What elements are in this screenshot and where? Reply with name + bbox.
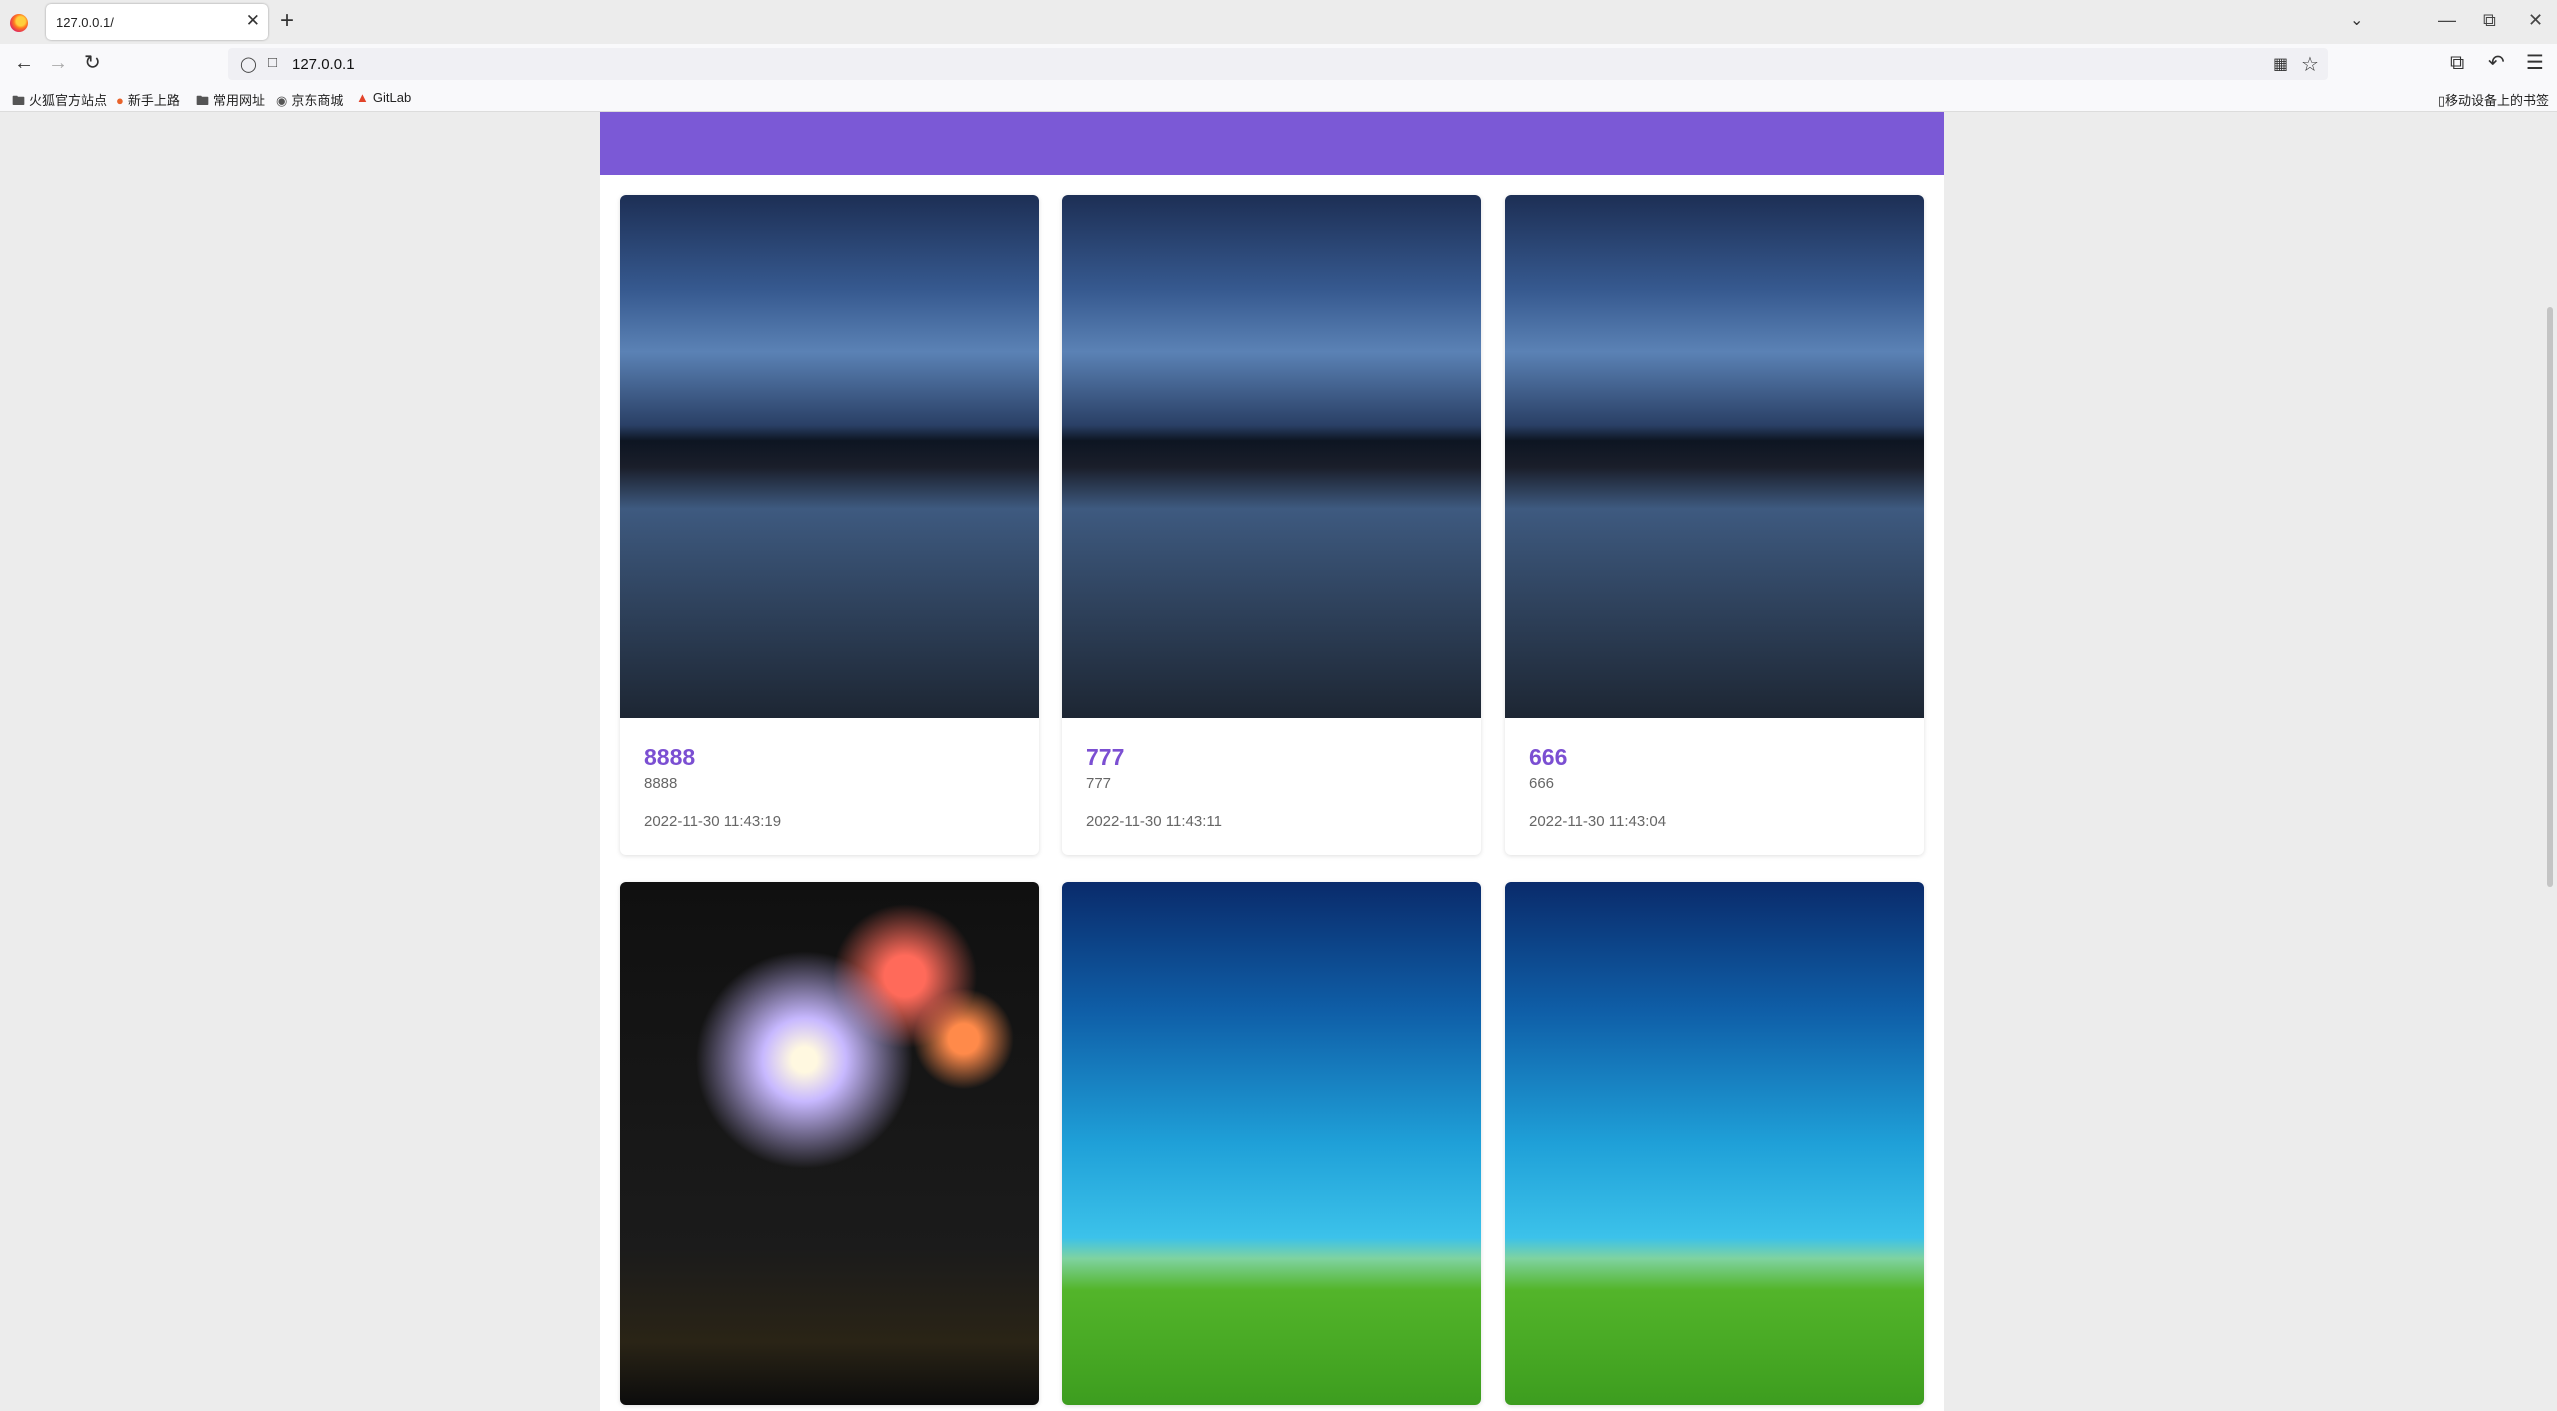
browser-tab-bar: 127.0.0.1/ ✕ + ⌄ — ⧉ ✕ xyxy=(0,0,2557,44)
navigation-toolbar: ← → ↻ ◯ □ 127.0.0.1 ▦ ☆ ⧉ ↶ ☰ xyxy=(0,44,2557,84)
bookmark-item[interactable]: ◉ 京东商城 xyxy=(276,90,343,109)
mobile-device-icon: ▯ xyxy=(2437,93,2445,108)
card-date: 2022-11-30 11:43:04 xyxy=(1529,813,1667,830)
bookmark-item[interactable]: ▲ GitLab xyxy=(356,90,411,105)
browser-tab[interactable]: 127.0.0.1/ ✕ xyxy=(46,4,268,40)
menu-icon[interactable]: ☰ xyxy=(2526,52,2544,74)
address-bar[interactable]: ◯ □ 127.0.0.1 ▦ ☆ xyxy=(228,48,2328,80)
reload-icon[interactable]: ↻ xyxy=(84,52,101,74)
gitlab-icon: ▲ xyxy=(356,90,369,105)
close-tab-icon[interactable]: ✕ xyxy=(246,11,260,31)
minimize-icon[interactable]: — xyxy=(2438,10,2456,31)
header-banner xyxy=(600,112,1944,175)
night-pier-photo[interactable] xyxy=(1505,195,1924,718)
card-subtitle: 777 xyxy=(1086,775,1112,792)
undo-icon[interactable]: ↶ xyxy=(2488,52,2505,74)
firefox-icon: ● xyxy=(116,93,124,108)
night-pier-photo[interactable] xyxy=(620,195,1039,718)
post-card[interactable]: 666 666 2022-11-30 11:43:04 xyxy=(1505,195,1924,855)
card-subtitle: 8888 xyxy=(644,775,678,792)
post-card[interactable] xyxy=(1505,882,1924,1405)
mobile-bookmarks[interactable]: ▯移动设备上的书签 xyxy=(2438,90,2549,109)
main-content: 8888 8888 2022-11-30 11:43:19 777 777 20… xyxy=(600,112,1944,1411)
card-subtitle: 666 xyxy=(1529,775,1555,792)
card-body: 8888 8888 2022-11-30 11:43:19 xyxy=(620,718,1039,855)
bookmark-item[interactable]: 🖿 常用网址 xyxy=(196,90,265,114)
chevron-down-icon[interactable]: ⌄ xyxy=(2350,10,2363,30)
card-title[interactable]: 777 xyxy=(1086,744,1124,771)
hot-air-balloons-photo[interactable] xyxy=(1505,882,1924,1405)
page-icon: □ xyxy=(268,54,278,71)
bookmarks-toolbar: 🖿 火狐官方站点 ● 新手上路 🖿 常用网址 ◉ 京东商城 ▲ GitLab ▯移动设备上… xyxy=(0,84,2557,112)
post-card[interactable]: 777 777 2022-11-30 11:43:11 xyxy=(1062,195,1481,855)
fireworks-photo[interactable] xyxy=(620,882,1039,1405)
card-title[interactable]: 666 xyxy=(1529,744,1567,771)
card-date: 2022-11-30 11:43:19 xyxy=(644,813,782,830)
card-title[interactable]: 8888 xyxy=(644,744,695,771)
firefox-logo-icon xyxy=(10,14,28,32)
globe-icon: ◉ xyxy=(276,93,288,108)
night-pier-photo[interactable] xyxy=(1062,195,1481,718)
bookmark-item[interactable]: 🖿 火狐官方站点 xyxy=(12,90,107,114)
card-date: 2022-11-30 11:43:11 xyxy=(1086,813,1222,830)
bookmark-star-icon[interactable]: ☆ xyxy=(2301,52,2319,77)
forward-arrow-icon[interactable]: → xyxy=(48,52,68,74)
folder-icon: 🖿 xyxy=(12,93,26,108)
screenshot-crop-icon[interactable]: ⧉ xyxy=(2450,52,2464,74)
scrollbar-thumb[interactable] xyxy=(2547,307,2553,887)
post-card[interactable] xyxy=(620,882,1039,1405)
post-card[interactable] xyxy=(1062,882,1481,1405)
shield-icon[interactable]: ◯ xyxy=(240,55,257,73)
new-tab-button[interactable]: + xyxy=(280,9,294,33)
back-arrow-icon[interactable]: ← xyxy=(14,52,34,74)
hot-air-balloons-photo[interactable] xyxy=(1062,882,1481,1405)
close-window-icon[interactable]: ✕ xyxy=(2528,10,2543,31)
restore-icon[interactable]: ⧉ xyxy=(2483,10,2496,31)
url-text[interactable]: 127.0.0.1 xyxy=(292,56,355,73)
bookmark-item[interactable]: ● 新手上路 xyxy=(116,90,180,109)
page-viewport: 8888 8888 2022-11-30 11:43:19 777 777 20… xyxy=(0,112,2557,1411)
card-body: 666 666 2022-11-30 11:43:04 xyxy=(1505,718,1924,855)
tab-title: 127.0.0.1/ xyxy=(56,15,114,30)
post-card[interactable]: 8888 8888 2022-11-30 11:43:19 xyxy=(620,195,1039,855)
folder-icon: 🖿 xyxy=(196,93,210,108)
qr-code-icon[interactable]: ▦ xyxy=(2273,54,2288,74)
card-body: 777 777 2022-11-30 11:43:11 xyxy=(1062,718,1481,855)
vertical-scrollbar[interactable] xyxy=(2543,112,2557,1411)
